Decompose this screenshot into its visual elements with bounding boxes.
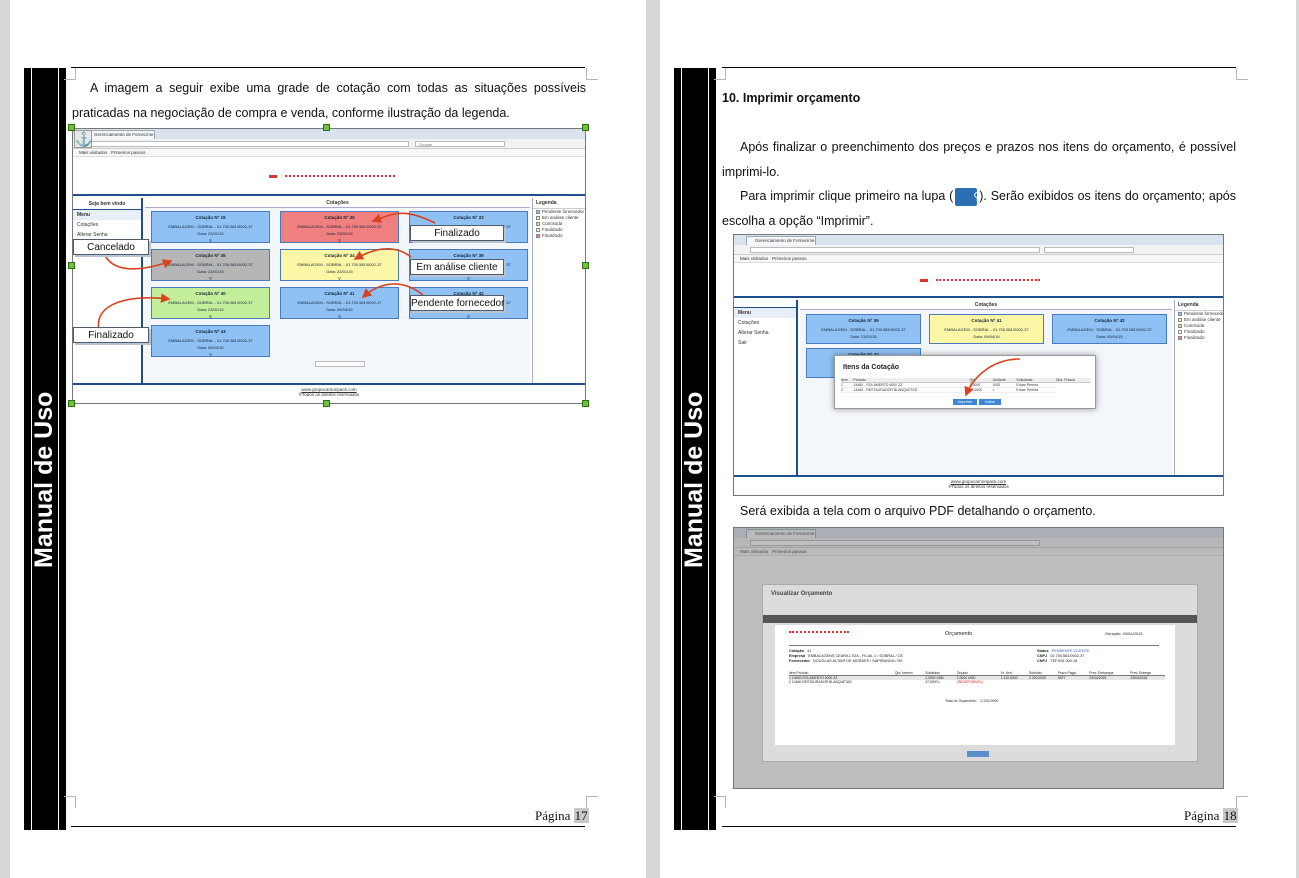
resize-handle[interactable] <box>323 400 330 407</box>
pdf-items-table: Item Produto Qtd. Interno Solicitado Orçado… <box>789 671 1165 684</box>
pdf-total: Total do Orçamento 2.220,0000 <box>945 699 999 703</box>
callout-pendente: Pendente fornecedor <box>410 295 504 311</box>
itens-cotacao-screenshot: Gerenciamento de Fornecime... Mais visit… <box>733 234 1224 496</box>
resize-handle[interactable] <box>582 124 589 131</box>
callout-arrows <box>97 212 436 332</box>
search-icon: ⚲ <box>955 187 981 206</box>
corner-mark <box>586 68 598 80</box>
paragraph-1: Após finalizar o preenchimento dos preço… <box>722 140 1236 179</box>
pdf-orcamento-screenshot: Gerenciamento de Fornecime... Mais visit… <box>733 527 1224 789</box>
top-rule <box>722 67 1236 68</box>
anchor-icon: ⚓ <box>74 130 93 148</box>
arrow-analise <box>353 247 412 260</box>
cotacao-grid-screenshot: Gerenciamento de Fornecime... Google Mai… <box>72 128 586 404</box>
footer-rights: ®Todos os direitos reservados <box>948 484 1009 489</box>
top-rule <box>71 67 585 68</box>
side-bar: Manual de Uso <box>24 68 66 830</box>
pdf-header-right: Status PENDENTE CLIENTE CNPJ 01.700.581/… <box>1037 649 1090 663</box>
resize-handle[interactable] <box>582 262 589 269</box>
pdf-header-left: Cotação 41 Empresa EMBALAGENS CEARA LTDA… <box>789 649 904 663</box>
arrow-imprimir <box>964 358 1021 397</box>
corner-mark <box>714 68 726 80</box>
corner-mark <box>586 796 598 808</box>
callout-em-analise: Em análise cliente <box>410 259 504 275</box>
pdf-toolbar <box>763 615 1197 623</box>
page-number-value: 17 <box>573 808 589 823</box>
resize-handle[interactable] <box>582 400 589 407</box>
intro-paragraph: A imagem a seguir exibe uma grade de cot… <box>72 81 586 120</box>
callout-finalizado: Finalizado <box>410 225 504 241</box>
corner-mark <box>714 796 726 808</box>
resize-handle[interactable] <box>68 262 75 269</box>
app-footer: www.grupocarrionpack.com ®Todos os direi… <box>734 475 1223 495</box>
corner-mark <box>64 796 76 808</box>
visualizar-title: Visualizar Orçamento <box>771 591 833 597</box>
paragraph-2: Para imprimir clique primeiro na lupa (⚲… <box>722 187 1236 228</box>
visualizar-orcamento-dialog: Visualizar Orçamento Orçamento Geração: … <box>762 584 1198 762</box>
document-page-18: Manual de Uso 10. Imprimir orçamento Apó… <box>660 0 1296 878</box>
resize-handle[interactable] <box>323 124 330 131</box>
pdf-geracao: Geração: 24/04/2015 <box>1105 631 1143 636</box>
page-number: Página 17 <box>535 808 589 823</box>
bottom-rule <box>71 826 585 827</box>
corner-mark <box>1236 68 1248 80</box>
page-number-value: 18 <box>1222 808 1238 823</box>
callout-finalizado-2: Finalizado <box>73 327 149 343</box>
side-bar: Manual de Uso <box>674 68 716 830</box>
document-page-17: Manual de Uso A imagem a seguir exibe um… <box>10 0 646 878</box>
resize-handle[interactable] <box>68 124 75 131</box>
callout-cancelado: Cancelado <box>73 239 149 255</box>
pdf-logo <box>789 631 849 637</box>
side-label: Manual de Uso <box>30 391 58 568</box>
resize-handle[interactable] <box>68 400 75 407</box>
corner-mark <box>1236 796 1248 808</box>
arrow-finalizado <box>371 212 436 224</box>
pdf-title: Orçamento <box>945 631 973 637</box>
bottom-rule <box>722 826 1236 827</box>
pdf-page: Orçamento Geração: 24/04/2015 Cotação 41… <box>775 625 1175 745</box>
paragraph-3: Será exibida a tela com o arquivo PDF de… <box>740 504 1096 518</box>
table-row: 2 14460-RESTAURADOR BLANQUETAS 47,0000 L(… <box>789 680 983 684</box>
callout-arrows <box>964 358 1021 397</box>
close-button[interactable] <box>967 751 989 757</box>
page-number: Página 18 <box>1184 808 1238 823</box>
side-label: Manual de Uso <box>680 391 708 568</box>
section-heading: 10. Imprimir orçamento <box>722 91 861 105</box>
